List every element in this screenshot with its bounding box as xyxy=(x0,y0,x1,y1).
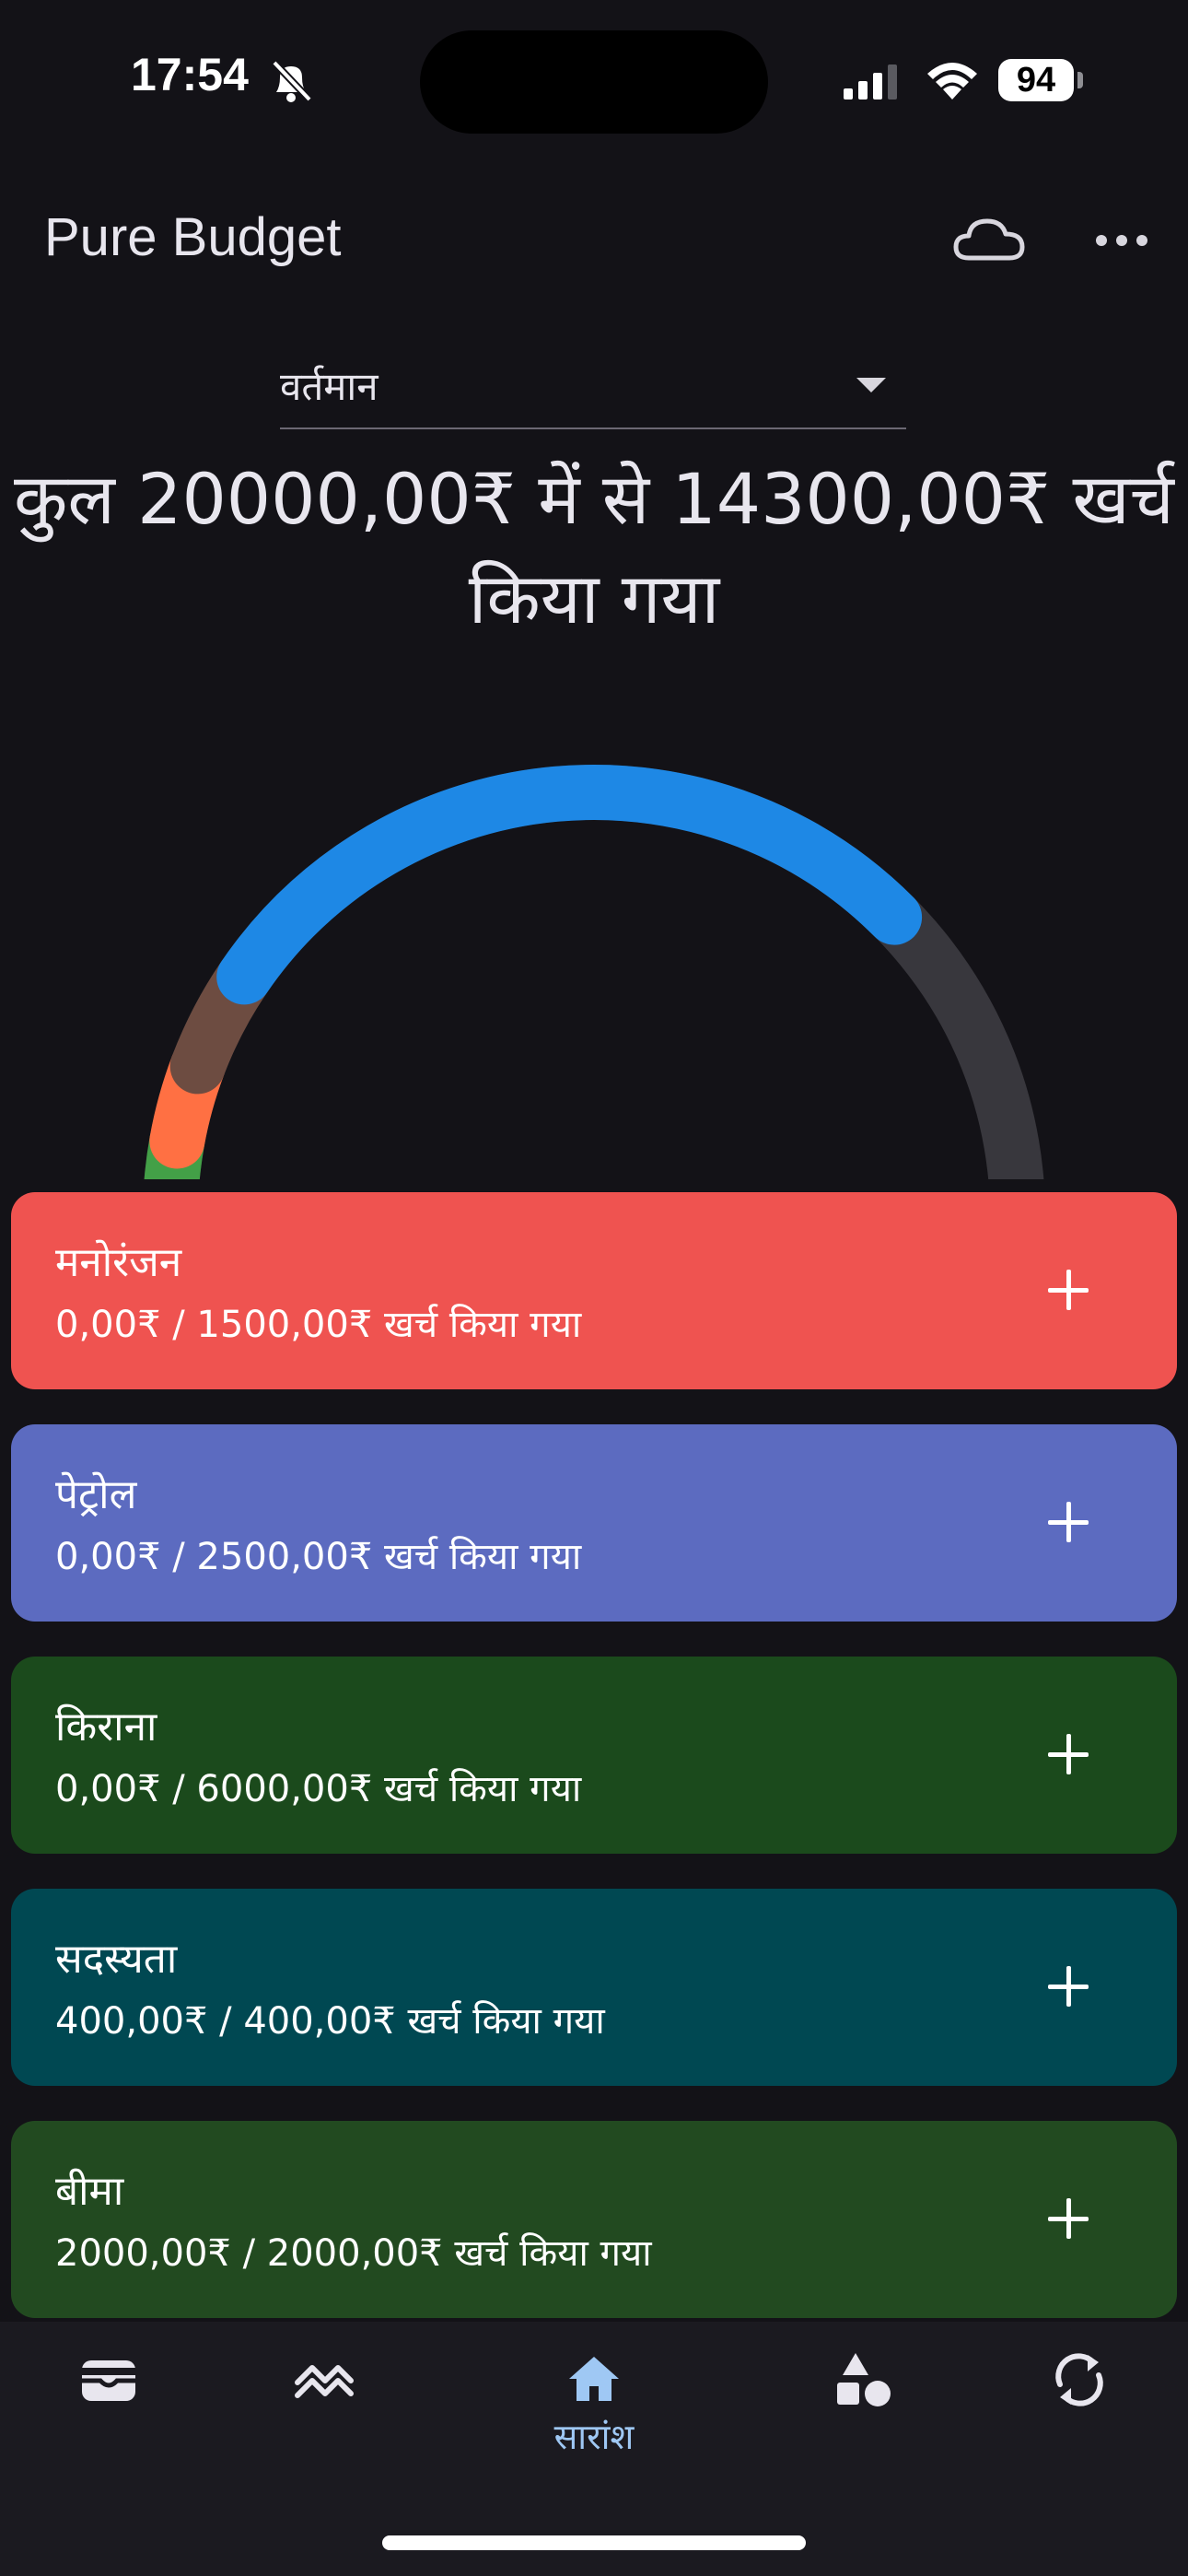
category-name: सदस्यता xyxy=(55,1936,178,1983)
dropdown-arrow-icon xyxy=(856,378,886,392)
nav-recurring[interactable] xyxy=(987,2322,1171,2506)
home-indicator xyxy=(382,2535,806,2550)
dynamic-island xyxy=(420,30,768,134)
bell-slash-icon xyxy=(272,60,312,102)
category-name: पेट्रोल xyxy=(55,1471,137,1518)
app-screen: 17:54 94 Pure Budget वर्तमान कुल 20000,0… xyxy=(0,0,1188,2576)
period-dropdown[interactable]: वर्तमान xyxy=(280,350,906,429)
more-horizontal-icon[interactable] xyxy=(1092,217,1151,263)
spending-gauge xyxy=(144,765,1044,1179)
category-name: मनोरंजन xyxy=(55,1239,182,1286)
home-icon xyxy=(569,2357,619,2401)
category-amount: 0,00₹ / 6000,00₹ खर्च किया गया xyxy=(55,1768,582,1810)
cloud-icon[interactable] xyxy=(950,210,1030,269)
wallet-icon xyxy=(82,2360,135,2401)
signal-icon xyxy=(844,64,897,100)
category-amount: 0,00₹ / 1500,00₹ खर्च किया गया xyxy=(55,1304,582,1346)
battery-icon: 94 xyxy=(998,59,1074,101)
period-selected-value: वर्तमान xyxy=(280,364,379,409)
add-expense-plus-icon[interactable] xyxy=(1042,1264,1094,1316)
category-name: बीमा xyxy=(55,2168,124,2215)
category-card[interactable]: बीमा 2000,00₹ / 2000,00₹ खर्च किया गया xyxy=(11,2121,1177,2318)
category-amount: 400,00₹ / 400,00₹ खर्च किया गया xyxy=(55,2000,605,2043)
shapes-icon xyxy=(837,2353,891,2406)
gauge-segment xyxy=(216,765,923,1005)
category-card[interactable]: पेट्रोल 0,00₹ / 2500,00₹ खर्च किया गया xyxy=(11,1424,1177,1622)
gauge-track xyxy=(144,765,1044,1179)
nav-categories[interactable] xyxy=(772,2322,956,2506)
category-card[interactable]: सदस्यता 400,00₹ / 400,00₹ खर्च किया गया xyxy=(11,1889,1177,2086)
nav-summary-label: सारांश xyxy=(553,2417,635,2457)
summary-line-1: कुल 20000,00₹ में से 14300,00₹ खर्च xyxy=(14,458,1174,540)
add-expense-plus-icon[interactable] xyxy=(1042,1961,1094,2012)
nav-summary[interactable]: सारांश xyxy=(502,2322,686,2506)
nav-wallet[interactable] xyxy=(17,2322,201,2506)
category-card[interactable]: मनोरंजन 0,00₹ / 1500,00₹ खर्च किया गया xyxy=(11,1192,1177,1389)
add-expense-plus-icon[interactable] xyxy=(1042,1496,1094,1548)
category-card[interactable]: किराना 0,00₹ / 6000,00₹ खर्च किया गया xyxy=(11,1657,1177,1854)
category-name: किराना xyxy=(55,1704,157,1751)
app-title: Pure Budget xyxy=(44,207,342,267)
status-time: 17:54 xyxy=(131,49,249,100)
refresh-icon xyxy=(1055,2353,1103,2406)
summary-line-2: किया गया xyxy=(468,557,720,639)
category-amount: 2000,00₹ / 2000,00₹ खर्च किया गया xyxy=(55,2232,652,2275)
add-expense-plus-icon[interactable] xyxy=(1042,2193,1094,2244)
wifi-icon xyxy=(927,63,977,100)
budget-summary-headline: कुल 20000,00₹ में से 14300,00₹ खर्च किया… xyxy=(0,450,1188,649)
nav-trends[interactable] xyxy=(232,2322,416,2506)
trend-chart-icon xyxy=(295,2365,354,2398)
add-expense-plus-icon[interactable] xyxy=(1042,1728,1094,1780)
category-amount: 0,00₹ / 2500,00₹ खर्च किया गया xyxy=(55,1536,582,1578)
battery-nub xyxy=(1077,72,1083,88)
